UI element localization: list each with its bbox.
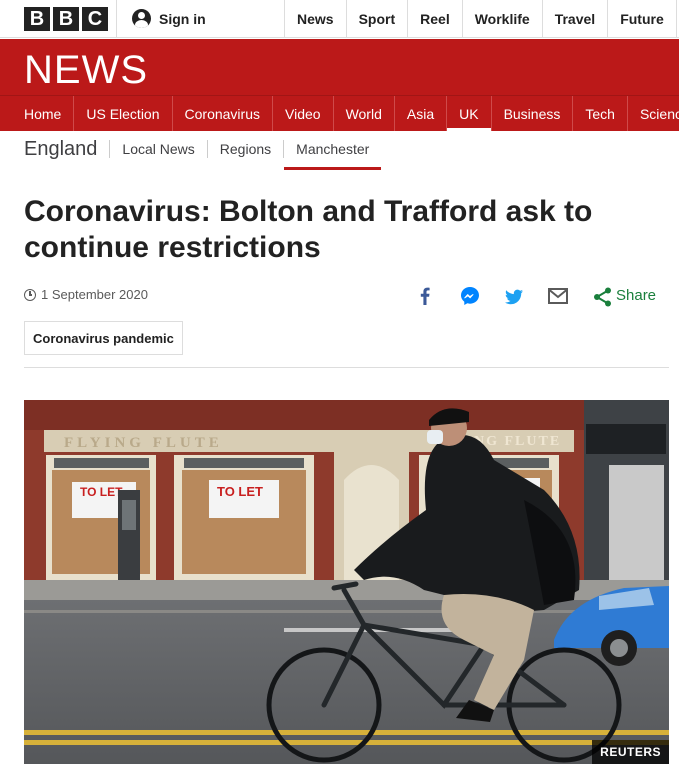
subnav-local-news[interactable]: Local News [109, 140, 206, 158]
article-headline: Coronavirus: Bolton and Trafford ask to … [24, 195, 593, 264]
to-let-sign: TO LET [217, 484, 263, 499]
bbc-logo[interactable]: B B C [24, 7, 108, 31]
masthead-divider [116, 0, 117, 38]
section-nav-science[interactable]: Science [628, 96, 679, 131]
section-nav-home[interactable]: Home [0, 96, 75, 131]
section-nav-asia[interactable]: Asia [395, 96, 448, 131]
news-banner: NEWS [0, 39, 679, 95]
article-hero-image: FLYING FLUTE NG FLUTE TO LET TO LET REUT… [24, 400, 669, 764]
masthead-nav-travel[interactable]: Travel [541, 0, 607, 38]
section-nav-us-election[interactable]: US Election [74, 96, 173, 131]
masthead-nav: News Sport Reel Worklife Travel Future M [284, 0, 679, 38]
cyclist-street-photo: FLYING FLUTE NG FLUTE TO LET TO LET [24, 400, 669, 764]
subnav-regions[interactable]: Regions [206, 140, 283, 158]
masthead-nav-future[interactable]: Future [607, 0, 676, 38]
section-nav-video[interactable]: Video [273, 96, 334, 131]
masthead-nav-news[interactable]: News [284, 0, 346, 38]
facebook-icon[interactable] [414, 285, 436, 307]
region-title[interactable]: England [24, 138, 97, 161]
region-subnav: England Local News Regions Manchester [24, 131, 382, 170]
svg-text:NG FLUTE: NG FLUTE [474, 434, 561, 449]
bbc-masthead: B B C Sign in News Sport Reel Worklife T… [0, 0, 679, 38]
topic-tag[interactable]: Coronavirus pandemic [24, 321, 183, 355]
bbc-logo-letter: C [82, 7, 108, 31]
article-date: 1 September 2020 [24, 287, 148, 302]
masthead-nav-worklife[interactable]: Worklife [461, 0, 542, 38]
article-date-text: 1 September 2020 [41, 287, 148, 302]
news-logo[interactable]: NEWS [24, 48, 148, 93]
bbc-logo-letter: B [24, 7, 50, 31]
section-nav: Home US Election Coronavirus Video World… [0, 95, 679, 131]
subnav-manchester[interactable]: Manchester [283, 140, 382, 170]
section-nav-world[interactable]: World [334, 96, 395, 131]
share-icon[interactable] [592, 286, 614, 308]
section-nav-uk[interactable]: UK [447, 96, 492, 131]
image-credit: REUTERS [592, 740, 669, 764]
divider [24, 367, 669, 368]
messenger-icon[interactable] [459, 285, 481, 307]
user-avatar-icon [132, 9, 151, 28]
twitter-icon[interactable] [503, 286, 525, 308]
section-nav-business[interactable]: Business [492, 96, 574, 131]
section-nav-tech[interactable]: Tech [573, 96, 628, 131]
bbc-logo-letter: B [53, 7, 79, 31]
sign-in-label: Sign in [159, 10, 206, 27]
section-nav-coronavirus[interactable]: Coronavirus [173, 96, 273, 131]
shop-fascia-sign: FLYING FLUTE [64, 435, 223, 451]
masthead-nav-reel[interactable]: Reel [407, 0, 462, 38]
sign-in-link[interactable]: Sign in [132, 9, 206, 28]
email-icon[interactable] [547, 285, 569, 307]
clock-icon [24, 288, 36, 301]
share-button-label[interactable]: Share [616, 287, 656, 304]
masthead-nav-sport[interactable]: Sport [345, 0, 408, 38]
to-let-sign: TO LET [80, 485, 123, 499]
